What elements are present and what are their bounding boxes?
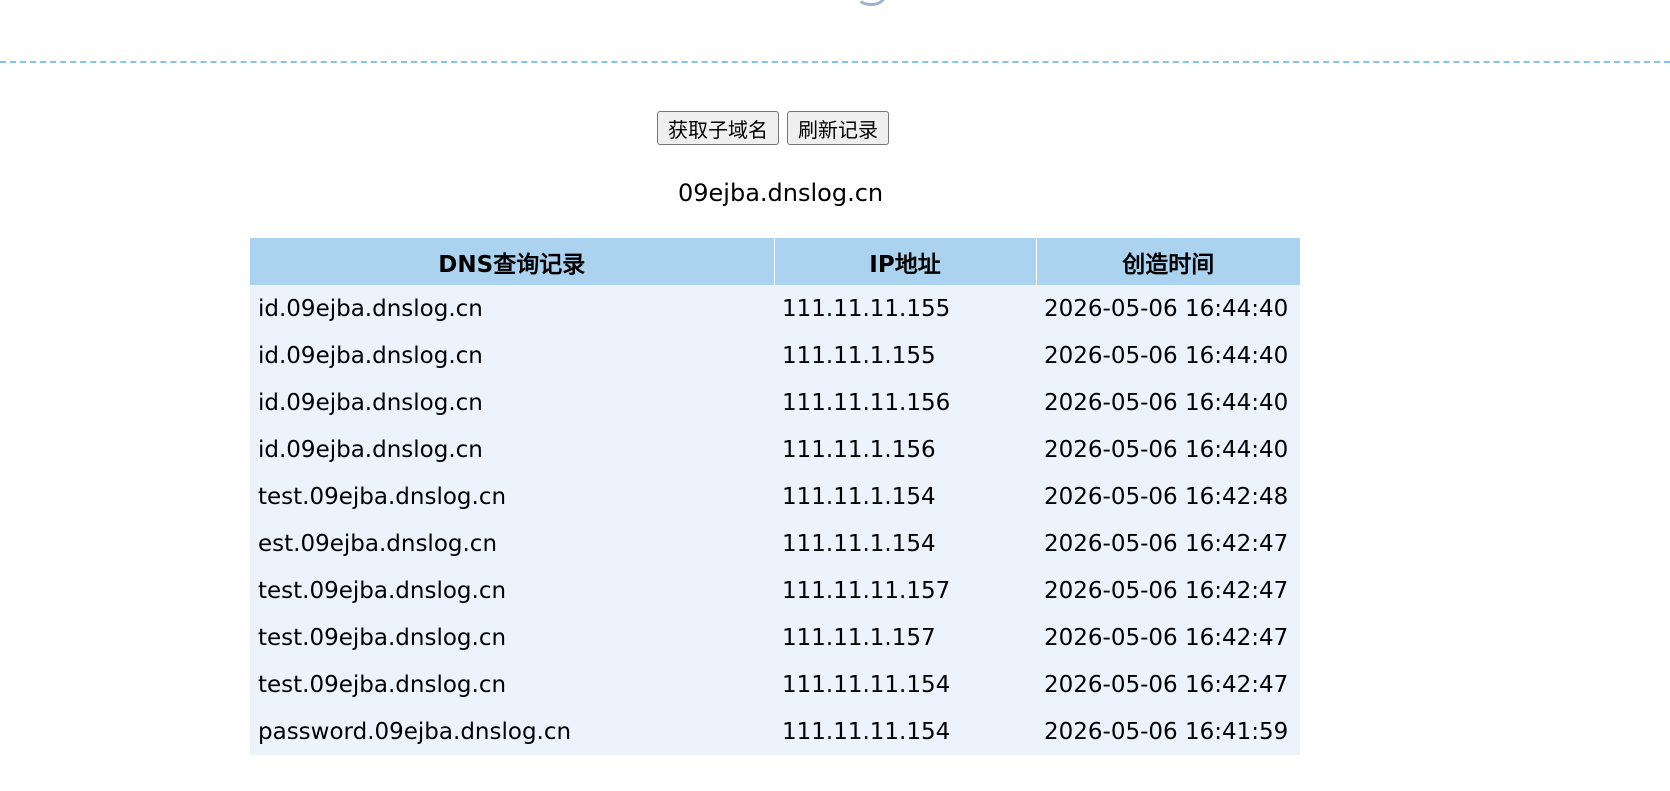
dns-query-cell: id.09ejba.dnslog.cn <box>250 285 774 332</box>
ip-address-cell: 111.11.1.154 <box>774 520 1036 567</box>
dns-records-table: DNS查询记录 IP地址 创造时间 id.09ejba.dnslog.cn 11… <box>250 238 1300 755</box>
logo-icon <box>856 0 886 6</box>
subdomain-display: 09ejba.dnslog.cn <box>678 179 884 207</box>
created-time-cell: 2026-05-06 16:44:40 <box>1036 426 1300 473</box>
dashed-divider <box>0 61 1670 63</box>
table-row: test.09ejba.dnslog.cn 111.11.11.157 2026… <box>250 567 1300 614</box>
ip-address-cell: 111.11.1.154 <box>774 473 1036 520</box>
ip-address-cell: 111.11.11.154 <box>774 708 1036 755</box>
created-time-cell: 2026-05-06 16:42:48 <box>1036 473 1300 520</box>
table-header-row: DNS查询记录 IP地址 创造时间 <box>250 238 1300 285</box>
table-row: test.09ejba.dnslog.cn 111.11.1.154 2026-… <box>250 473 1300 520</box>
dns-query-cell: test.09ejba.dnslog.cn <box>250 661 774 708</box>
refresh-records-button[interactable]: 刷新记录 <box>787 111 889 145</box>
table-row: id.09ejba.dnslog.cn 111.11.1.156 2026-05… <box>250 426 1300 473</box>
ip-address-cell: 111.11.11.156 <box>774 379 1036 426</box>
dns-query-cell: id.09ejba.dnslog.cn <box>250 379 774 426</box>
table-row: password.09ejba.dnslog.cn 111.11.11.154 … <box>250 708 1300 755</box>
dns-query-cell: password.09ejba.dnslog.cn <box>250 708 774 755</box>
action-bar: 获取子域名 刷新记录 <box>657 111 889 145</box>
dns-query-cell: id.09ejba.dnslog.cn <box>250 426 774 473</box>
ip-address-cell: 111.11.11.154 <box>774 661 1036 708</box>
dns-query-cell: test.09ejba.dnslog.cn <box>250 567 774 614</box>
created-time-cell: 2026-05-06 16:42:47 <box>1036 567 1300 614</box>
column-header-dns-query: DNS查询记录 <box>250 238 775 285</box>
ip-address-cell: 111.11.11.155 <box>774 285 1036 332</box>
table-row: test.09ejba.dnslog.cn 111.11.11.154 2026… <box>250 661 1300 708</box>
created-time-cell: 2026-05-06 16:42:47 <box>1036 661 1300 708</box>
table-row: est.09ejba.dnslog.cn 111.11.1.154 2026-0… <box>250 520 1300 567</box>
ip-address-cell: 111.11.1.157 <box>774 614 1036 661</box>
column-header-created-time: 创造时间 <box>1036 238 1300 285</box>
column-header-ip-address: IP地址 <box>774 238 1037 285</box>
ip-address-cell: 111.11.1.156 <box>774 426 1036 473</box>
table-row: id.09ejba.dnslog.cn 111.11.11.156 2026-0… <box>250 379 1300 426</box>
dns-query-cell: test.09ejba.dnslog.cn <box>250 473 774 520</box>
table-row: test.09ejba.dnslog.cn 111.11.1.157 2026-… <box>250 614 1300 661</box>
dns-query-cell: id.09ejba.dnslog.cn <box>250 332 774 379</box>
table-row: id.09ejba.dnslog.cn 111.11.1.155 2026-05… <box>250 332 1300 379</box>
ip-address-cell: 111.11.1.155 <box>774 332 1036 379</box>
dns-query-cell: test.09ejba.dnslog.cn <box>250 614 774 661</box>
created-time-cell: 2026-05-06 16:41:59 <box>1036 708 1300 755</box>
ip-address-cell: 111.11.11.157 <box>774 567 1036 614</box>
created-time-cell: 2026-05-06 16:44:40 <box>1036 332 1300 379</box>
dns-query-cell: est.09ejba.dnslog.cn <box>250 520 774 567</box>
created-time-cell: 2026-05-06 16:42:47 <box>1036 614 1300 661</box>
created-time-cell: 2026-05-06 16:42:47 <box>1036 520 1300 567</box>
table-row: id.09ejba.dnslog.cn 111.11.11.155 2026-0… <box>250 285 1300 332</box>
get-subdomain-button[interactable]: 获取子域名 <box>657 111 779 145</box>
created-time-cell: 2026-05-06 16:44:40 <box>1036 285 1300 332</box>
created-time-cell: 2026-05-06 16:44:40 <box>1036 379 1300 426</box>
